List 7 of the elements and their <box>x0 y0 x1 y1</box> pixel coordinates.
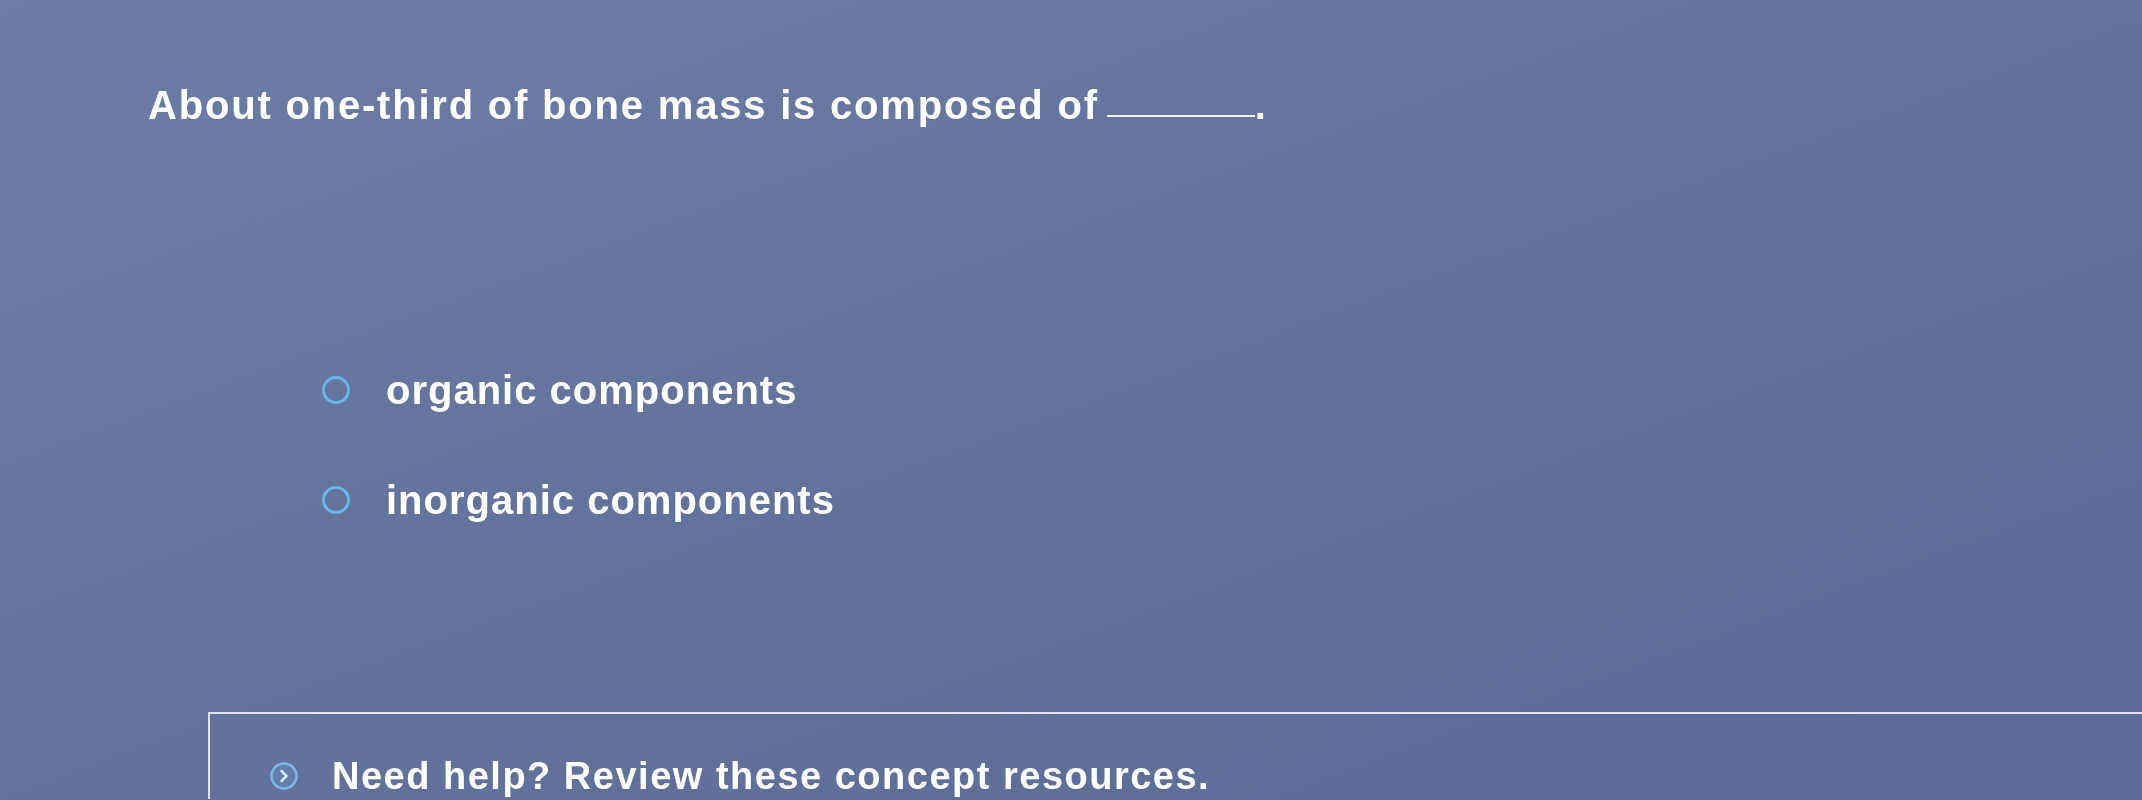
option-label[interactable]: organic components <box>386 370 798 410</box>
question-punctuation: . <box>1254 84 1268 126</box>
radio-button[interactable] <box>322 486 350 514</box>
option-label[interactable]: inorganic components <box>386 480 835 520</box>
help-toggle[interactable]: Need help? Review these concept resources. <box>270 755 1211 797</box>
radio-button[interactable] <box>322 376 350 404</box>
question-text: About one-third of bone mass is composed of <box>148 84 1099 126</box>
